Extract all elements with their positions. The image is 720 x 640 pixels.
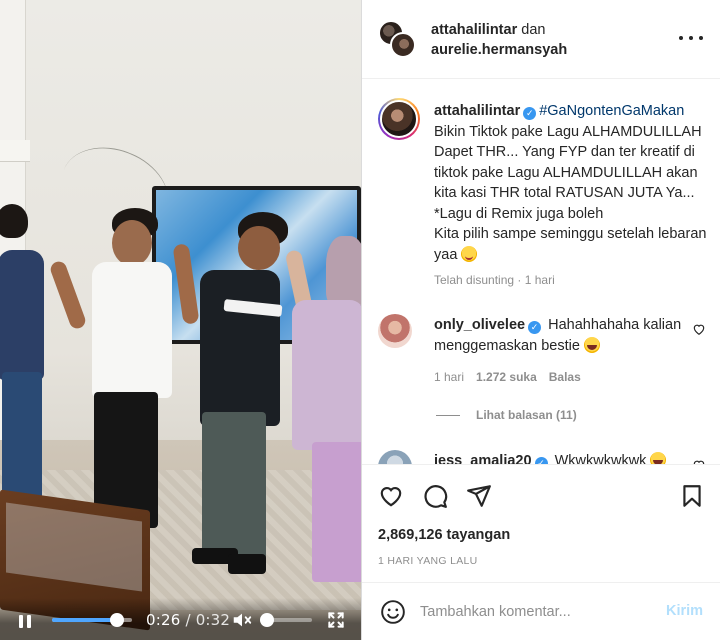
comment-icon[interactable] [422,483,448,509]
verified-badge-icon: ✓ [523,107,537,120]
comment-username[interactable]: jess_amalia20 [434,453,532,464]
avatar[interactable] [390,32,416,58]
video-player[interactable]: 0:26 / 0:32 [0,0,361,640]
comment-meta: 1 hari 1.272 suka Balas [434,370,581,384]
comment-text: jess_amalia20 ✓ Wkwkwkwkwk [434,451,684,464]
caption-avatar[interactable] [378,98,420,140]
video-progress-bar[interactable] [52,613,132,627]
laughing-emoji-icon [650,452,667,464]
caption-hashtag[interactable]: #GaNgontenGaMakan [539,103,684,119]
post-side-panel: attahalilintar dan aurelie.hermansyah at… [361,0,720,640]
video-molding [0,140,30,162]
view-replies-button[interactable]: Lihat balasan (11) [436,408,577,422]
comment-text: only_olivelee ✓ Hahahhahaha kalian mengge… [434,315,684,357]
comment-like-icon[interactable] [692,322,706,336]
fullscreen-icon[interactable] [324,608,348,632]
verified-badge-icon: ✓ [534,457,548,464]
speaker-muted-icon[interactable] [230,608,254,632]
video-progress-knob[interactable] [109,613,124,627]
add-comment-form: Kirim [362,582,720,640]
header-username-2[interactable]: aurelie.hermansyah [431,42,567,58]
reply-button[interactable]: Balas [549,370,581,384]
caption-text: attahalilintar ✓ #GaNgontenGaMakan Bikin T… [434,101,714,265]
current-time: 0:26 [146,611,181,629]
volume-knob[interactable] [260,613,274,627]
post-comment-button[interactable]: Kirim [666,603,703,619]
caption-body: Bikin Tiktok pake Lagu ALHAMDULILLAH Dap… [434,123,707,263]
view-replies-label: Lihat balasan (11) [476,408,577,422]
laughing-emoji-icon [583,337,600,353]
collab-avatars[interactable] [378,20,418,60]
replies-divider [436,414,460,416]
comments-list[interactable]: attahalilintar ✓ #GaNgontenGaMakan Bikin T… [362,80,720,464]
caption-username[interactable]: attahalilintar [434,103,520,119]
duration: 0:32 [195,611,231,629]
comment-likes[interactable]: 1.272 suka [476,370,537,384]
avatar[interactable] [378,314,412,348]
bookmark-icon[interactable] [679,483,705,509]
view-count[interactable]: 2,869,126 tayangan [378,527,510,543]
heart-icon[interactable] [378,483,404,509]
header-conjunction: dan [521,22,546,38]
post-actions: 2,869,126 tayangan 1 HARI YANG LALU [362,464,720,574]
time-separator: / [185,611,191,629]
kiss-emoji-icon [461,245,478,262]
comment-body: Wkwkwkwkwk [554,453,647,464]
collab-names: attahalilintar dan aurelie.hermansyah [431,20,567,60]
send-icon[interactable] [466,483,492,509]
video-time: 0:26 / 0:32 [146,611,230,629]
smile-icon[interactable] [380,599,406,625]
comment-time: 1 hari [434,370,465,384]
verified-badge-icon: ✓ [528,321,542,334]
comment-username[interactable]: only_olivelee [434,317,525,333]
pause-icon[interactable] [16,612,34,630]
caption-meta: Telah disunting · 1 hari [434,273,555,287]
avatar[interactable] [378,450,412,464]
volume-slider[interactable] [260,613,312,627]
comment-input[interactable] [420,597,640,627]
more-options-icon[interactable] [679,28,703,48]
post-timestamp: 1 HARI YANG LALU [378,555,478,567]
video-progress-fill [52,618,117,622]
post-header: attahalilintar dan aurelie.hermansyah [362,0,720,79]
header-username-1[interactable]: attahalilintar [431,22,517,38]
